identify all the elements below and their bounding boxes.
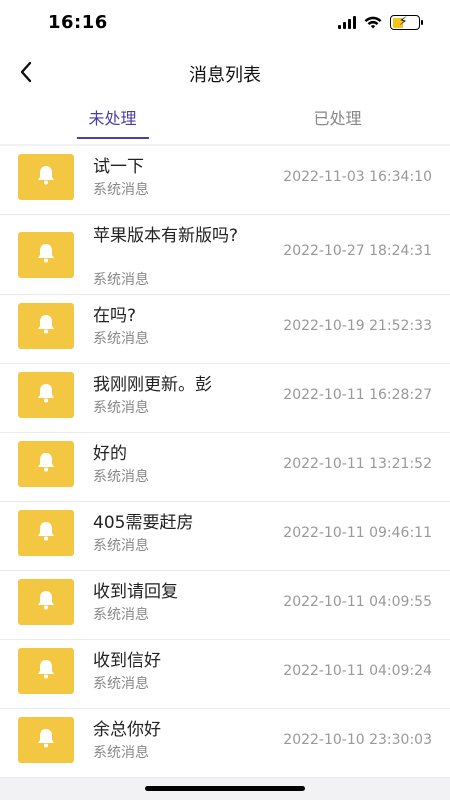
signal-icon [338, 16, 356, 29]
bell-icon [36, 382, 56, 408]
message-subtitle: 系统消息 [93, 676, 149, 692]
message-icon-box [18, 372, 74, 418]
message-subtitle: 系统消息 [93, 400, 149, 416]
page-title: 消息列表 [189, 65, 261, 86]
bell-icon [36, 242, 56, 268]
message-time: 2022-10-11 16:28:27 [283, 387, 432, 403]
message-icon-box [18, 579, 74, 625]
message-time: 2022-10-10 23:30:03 [283, 732, 432, 748]
message-icon-box [18, 154, 74, 200]
status-icons: ⚡ [338, 14, 423, 30]
message-icon-box [18, 510, 74, 556]
bell-icon [36, 727, 56, 753]
tab-label: 已处理 [313, 109, 362, 128]
message-icon-box [18, 303, 74, 349]
bell-icon [36, 451, 56, 477]
bell-icon [36, 520, 56, 546]
message-time: 2022-11-03 16:34:10 [283, 169, 432, 185]
message-title: 在吗? [93, 306, 137, 326]
message-item[interactable]: 在吗? 系统消息 2022-10-19 21:52:33 [0, 295, 450, 364]
home-indicator [145, 786, 305, 791]
message-item[interactable]: 苹果版本有新版吗? 系统消息 2022-10-27 18:24:31 [0, 215, 450, 295]
tab-processed[interactable]: 已处理 [225, 96, 450, 144]
message-list: 试一下系统消息 2022-11-03 16:34:10 苹果版本有新版吗? 系统消息 2… [0, 146, 450, 778]
bell-icon [36, 313, 56, 339]
tab-unprocessed[interactable]: 未处理 [0, 96, 225, 144]
bell-icon [36, 589, 56, 615]
message-title: 好的 [93, 444, 127, 464]
message-item[interactable]: 收到信好系统消息 2022-10-11 04:09:24 [0, 640, 450, 709]
message-subtitle: 系统消息 [93, 538, 149, 554]
message-item[interactable]: 试一下系统消息 2022-11-03 16:34:10 [0, 146, 450, 215]
message-time: 2022-10-19 21:52:33 [283, 318, 432, 334]
message-title: 我刚刚更新。彭 [93, 375, 212, 395]
message-subtitle: 系统消息 [93, 331, 149, 347]
status-bar: 16:16 ⚡ [0, 0, 450, 48]
message-title: 收到请回复 [93, 582, 178, 602]
message-item[interactable]: 405需要赶房系统消息 2022-10-11 09:46:11 [0, 502, 450, 571]
message-title: 试一下 [93, 157, 144, 177]
nav-bar: 消息列表 [0, 48, 450, 96]
message-item[interactable]: 收到请回复系统消息 2022-10-11 04:09:55 [0, 571, 450, 640]
battery-icon: ⚡ [390, 14, 423, 30]
wifi-icon [364, 16, 382, 29]
message-item[interactable]: 我刚刚更新。彭系统消息 2022-10-11 16:28:27 [0, 364, 450, 433]
message-time: 2022-10-11 04:09:24 [283, 663, 432, 679]
message-item[interactable]: 好的系统消息 2022-10-11 13:21:52 [0, 433, 450, 502]
message-subtitle: 系统消息 [93, 607, 149, 623]
message-subtitle: 系统消息 [93, 272, 149, 288]
tab-label: 未处理 [88, 109, 137, 128]
message-subtitle: 系统消息 [93, 745, 149, 761]
message-title: 余总你好 [93, 720, 161, 740]
message-title: 收到信好 [93, 651, 161, 671]
message-item[interactable]: 余总你好系统消息 2022-10-10 23:30:03 [0, 709, 450, 778]
screen: 16:16 ⚡ 消息列表 未处理 已处理 试一下 系统消息 2022-11-03… [0, 0, 450, 800]
message-title: 苹果版本有新版吗? [93, 226, 239, 246]
message-title: 405需要赶房 [93, 513, 194, 533]
message-subtitle: 系统消息 [93, 469, 149, 485]
status-time: 16:16 [48, 12, 108, 33]
message-subtitle: 系统消息 [93, 182, 149, 198]
message-icon-box [18, 717, 74, 763]
tab-underline [76, 137, 149, 139]
tab-bar: 未处理 已处理 [0, 96, 450, 144]
message-icon-box [18, 232, 74, 278]
message-time: 2022-10-27 18:24:31 [283, 243, 432, 259]
message-time: 2022-10-11 04:09:55 [283, 594, 432, 610]
bell-icon [36, 658, 56, 684]
message-time: 2022-10-11 09:46:11 [283, 525, 432, 541]
bell-icon [36, 164, 56, 190]
message-time: 2022-10-11 13:21:52 [283, 456, 432, 472]
message-icon-box [18, 441, 74, 487]
message-icon-box [18, 648, 74, 694]
